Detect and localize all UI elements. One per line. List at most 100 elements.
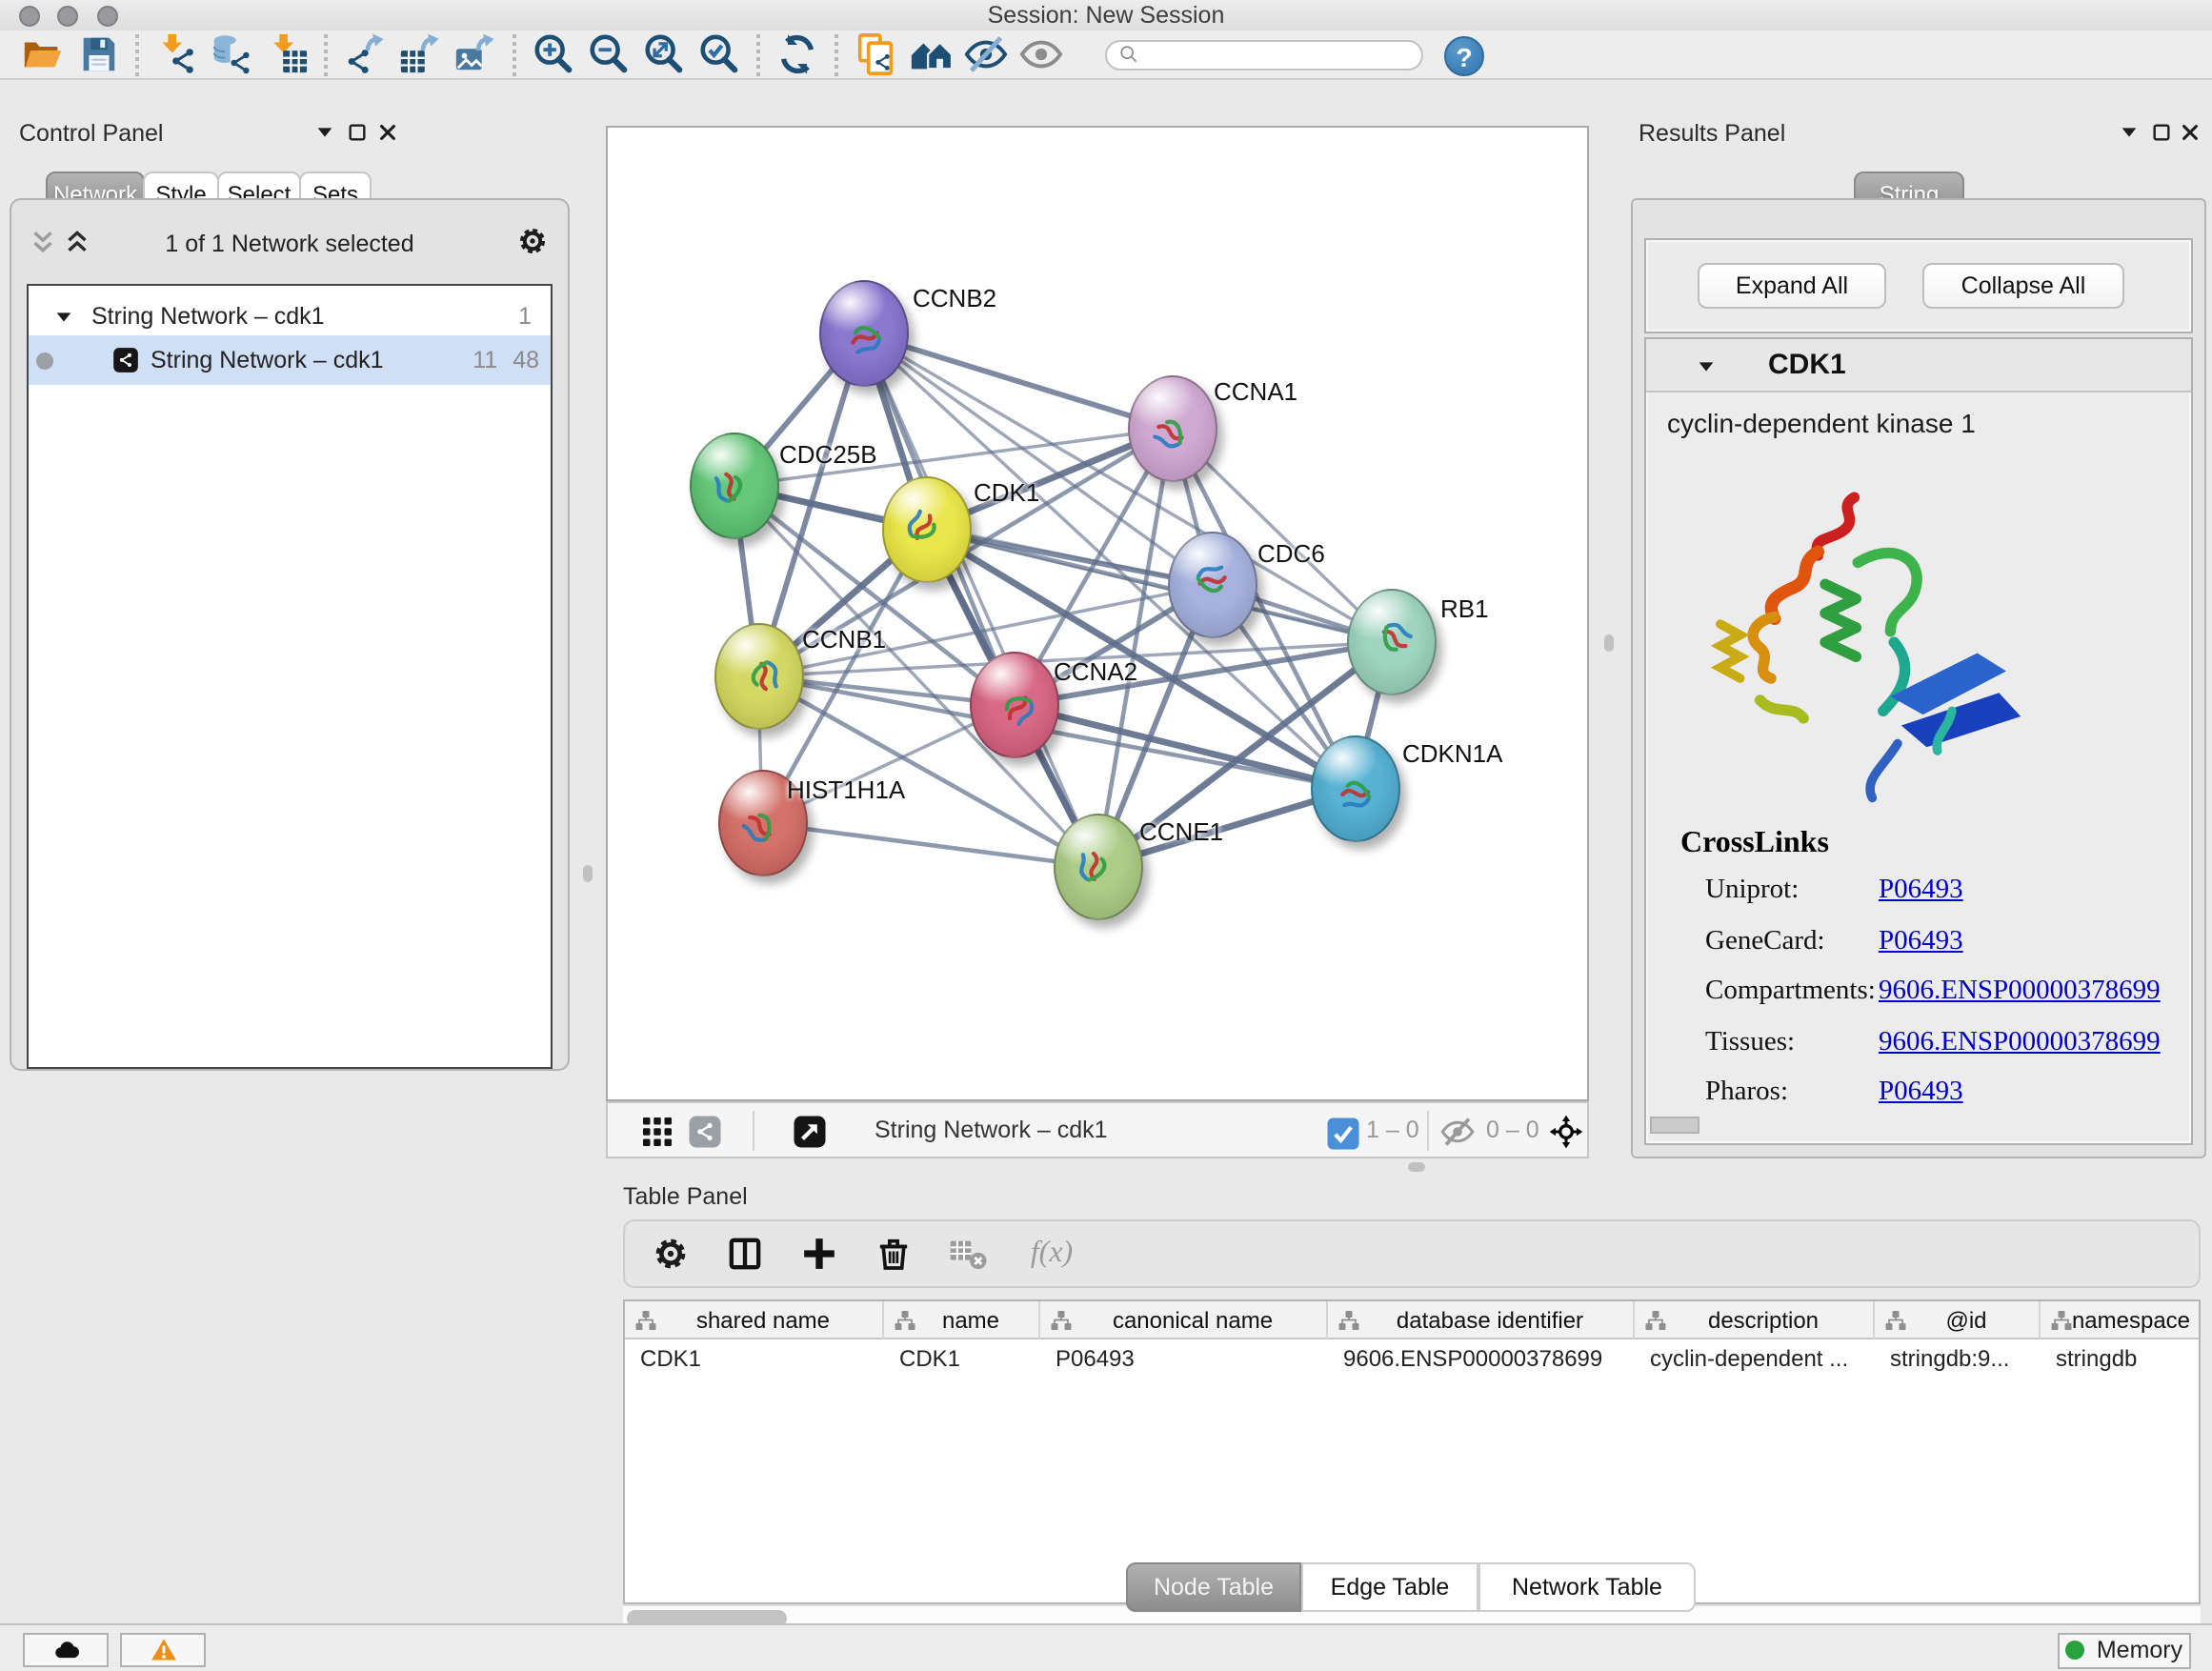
column-header--id[interactable]: @id (1875, 1301, 2041, 1339)
results-panel-menu-icon[interactable] (2115, 120, 2142, 145)
show-eye-button[interactable] (1017, 30, 1065, 78)
home-button[interactable] (907, 30, 955, 78)
import-network-database-button[interactable] (208, 30, 255, 78)
settings-button[interactable] (648, 1231, 694, 1277)
network-view-canvas[interactable]: CCNB2 CCNA1 CDC25B CDK1 CDC6 RB1 CCNB1 C… (606, 125, 1589, 1100)
column-header-name[interactable]: name (884, 1301, 1040, 1339)
import-network-file-button[interactable] (152, 30, 200, 78)
cloud-icon (52, 1636, 79, 1662)
left-splitter-handle[interactable] (583, 865, 593, 882)
columns-button[interactable] (722, 1231, 768, 1277)
node-label-ccnb1: CCNB1 (802, 624, 886, 653)
crosslink-value-link[interactable]: 9606.ENSP00000378699 (1879, 1026, 2161, 1058)
collapse-all-button[interactable]: Collapse All (1922, 263, 2124, 309)
results-panel-box: Expand All Collapse All CDK1 cyclin-depe… (1631, 198, 2206, 1158)
help-button[interactable]: ? (1444, 35, 1484, 75)
tree-expand-caret-icon[interactable] (53, 306, 78, 327)
crosslink-label: Pharos: (1705, 1077, 1788, 1109)
save-session-button[interactable] (74, 30, 122, 78)
results-panel-close-icon[interactable] (2176, 120, 2202, 145)
function-builder-icon: f(x) (1031, 1237, 1073, 1271)
network-node-rb1[interactable] (1346, 588, 1436, 695)
network-node-ccnb2[interactable] (818, 279, 908, 386)
network-node-ccne1[interactable] (1053, 813, 1142, 919)
network-options-gear-icon[interactable] (516, 225, 549, 267)
network-tree-item-row[interactable]: String Network – cdk1 11 48 (29, 335, 551, 385)
network-node-cdc25b[interactable] (689, 432, 778, 538)
crosslink-value-link[interactable]: P06493 (1879, 925, 1963, 957)
toolbar-separator (135, 33, 141, 75)
control-panel-menu-icon[interactable] (311, 120, 337, 145)
tab-network-table[interactable]: Network Table (1478, 1562, 1696, 1612)
entry-gene-name: CDK1 (1768, 349, 1846, 381)
zoom-in-button[interactable] (530, 30, 577, 78)
cloud-button[interactable] (23, 1632, 109, 1666)
results-hscrollbar[interactable] (1650, 1117, 1699, 1134)
network-node-ccnb1[interactable] (714, 622, 803, 729)
clone-network-icon (854, 32, 897, 76)
column-header-database-identifier[interactable]: database identifier (1328, 1301, 1635, 1339)
zoom-selected-button[interactable] (695, 30, 743, 78)
entry-collapse-caret-icon[interactable] (1696, 356, 1717, 377)
search-box[interactable] (1105, 39, 1423, 70)
open-file-button[interactable] (19, 30, 67, 78)
zoom-selected-icon (697, 32, 741, 76)
table-cell[interactable]: cyclin-dependent ... (1635, 1339, 1875, 1378)
zoom-out-button[interactable] (585, 30, 633, 78)
crosslink-label: GeneCard: (1705, 925, 1825, 957)
selected-items-checkbox-icon[interactable] (1326, 1116, 1355, 1144)
search-input[interactable] (1139, 41, 1410, 68)
results-panel-float-icon[interactable] (2147, 120, 2174, 145)
column-header-namespace[interactable]: namespace (2041, 1301, 2201, 1339)
import-table-file-button[interactable] (263, 30, 311, 78)
memory-button[interactable]: Memory (2058, 1632, 2191, 1668)
network-node-count: 11 (473, 347, 497, 373)
export-network-button[interactable] (341, 30, 389, 78)
crosslink-value-link[interactable]: P06493 (1879, 875, 1963, 907)
control-panel-float-icon[interactable] (343, 120, 370, 145)
tab-edge-table[interactable]: Edge Table (1301, 1562, 1478, 1612)
tab-node-table[interactable]: Node Table (1126, 1562, 1301, 1612)
network-node-ccna2[interactable] (969, 651, 1058, 757)
export-image-button[interactable] (452, 30, 499, 78)
network-edge-count: 48 (513, 347, 539, 373)
table-row[interactable]: CDK1CDK1P064939606.ENSP00000378699cyclin… (625, 1339, 2201, 1378)
hide-eye-button[interactable] (962, 30, 1010, 78)
grid-view-icon[interactable] (640, 1114, 674, 1148)
column-header-description[interactable]: description (1635, 1301, 1875, 1339)
network-node-cdc6[interactable] (1167, 531, 1257, 637)
table-cell[interactable]: CDK1 (625, 1339, 884, 1378)
network-node-ccna1[interactable] (1127, 374, 1217, 481)
delete-row-icon (875, 1235, 913, 1273)
crosslink-value-link[interactable]: 9606.ENSP00000378699 (1879, 976, 2161, 1008)
column-header-shared-name[interactable]: shared name (625, 1301, 884, 1339)
crosslink-value-link[interactable]: P06493 (1879, 1077, 1963, 1109)
zoom-fit-button[interactable] (640, 30, 688, 78)
detach-view-icon[interactable] (793, 1114, 827, 1148)
network-overview-icon[interactable] (688, 1114, 722, 1148)
delete-row-button[interactable] (871, 1231, 916, 1277)
table-cell[interactable]: P06493 (1040, 1339, 1328, 1378)
network-tree: String Network – cdk1 1 String Network –… (27, 284, 553, 1069)
right-splitter-handle[interactable] (1604, 634, 1614, 652)
results-entry-header[interactable]: CDK1 (1646, 339, 2191, 393)
expand-all-button[interactable]: Expand All (1698, 263, 1886, 309)
pan-mode-icon[interactable] (1549, 1114, 1583, 1148)
export-table-button[interactable] (396, 30, 444, 78)
add-row-button[interactable] (796, 1231, 842, 1277)
refresh-button[interactable] (774, 30, 821, 78)
table-cell[interactable]: stringdb:9... (1875, 1339, 2041, 1378)
table-cell[interactable]: stringdb (2041, 1339, 2201, 1378)
zoom-out-icon (587, 32, 631, 76)
network-node-cdkn1a[interactable] (1310, 735, 1399, 841)
table-cell[interactable]: CDK1 (884, 1339, 1040, 1378)
node-label-cdk1: CDK1 (974, 477, 1039, 506)
table-cell[interactable]: 9606.ENSP00000378699 (1328, 1339, 1635, 1378)
horizontal-splitter-handle[interactable] (1408, 1162, 1425, 1172)
network-node-cdk1[interactable] (881, 475, 971, 582)
column-header-canonical-name[interactable]: canonical name (1040, 1301, 1328, 1339)
warnings-button[interactable] (120, 1632, 206, 1666)
control-panel-close-icon[interactable] (373, 120, 400, 145)
network-tree-root-row[interactable]: String Network – cdk1 1 (29, 297, 551, 335)
clone-network-button[interactable] (852, 30, 899, 78)
